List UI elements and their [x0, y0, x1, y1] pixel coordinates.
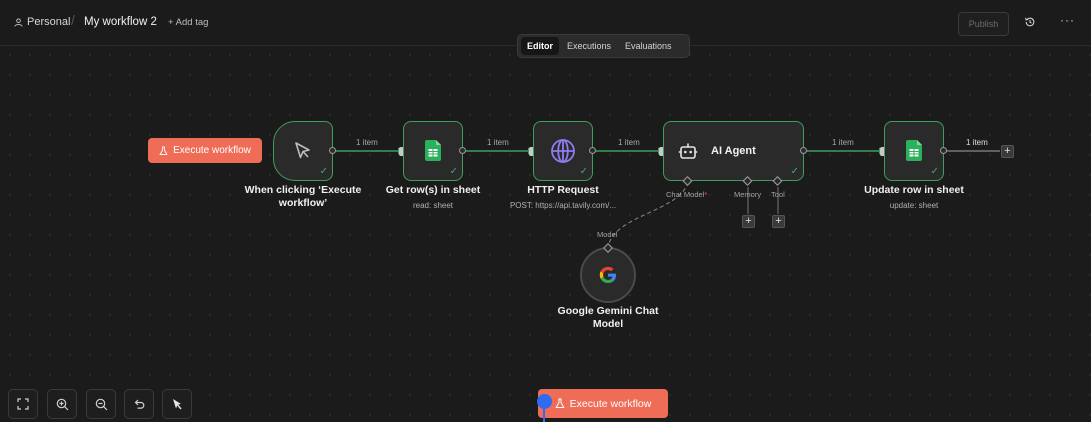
- success-check-icon: ✓: [930, 166, 939, 177]
- execute-label: Execute workflow: [173, 145, 251, 156]
- breadcrumb-project[interactable]: Personal: [14, 14, 70, 30]
- robot-icon: [678, 143, 698, 159]
- breadcrumb-separator: /: [71, 12, 75, 28]
- user-icon: [14, 17, 23, 27]
- node-subtitle: update: sheet: [889, 201, 939, 210]
- tidy-up-button[interactable]: [162, 389, 192, 419]
- success-check-icon: ✓: [319, 166, 328, 177]
- workflow-name[interactable]: My workflow 2: [84, 14, 157, 30]
- tab-editor[interactable]: Editor: [521, 37, 559, 55]
- tab-evaluations[interactable]: Evaluations: [619, 37, 678, 55]
- add-tag-button[interactable]: + Add tag: [168, 15, 208, 31]
- node-gemini-chat-model[interactable]: [580, 247, 636, 303]
- project-label: Personal: [27, 16, 71, 28]
- success-check-icon: ✓: [579, 166, 588, 177]
- node-title: Google Gemini Chat Model: [557, 305, 659, 330]
- edge-item-count: 1 item: [832, 138, 854, 147]
- node-subtitle: POST: https://api.tavily.com/...: [509, 201, 617, 210]
- more-options-icon[interactable]: ···: [1060, 13, 1075, 27]
- publish-button[interactable]: Publish: [958, 12, 1009, 36]
- execute-label: Execute workflow: [569, 397, 652, 410]
- node-title: HTTP Request: [527, 184, 599, 196]
- node-http-request[interactable]: ✓: [533, 121, 593, 181]
- globe-icon: [551, 139, 575, 163]
- tool-port-label: Tool: [771, 190, 785, 199]
- workflow-canvas[interactable]: [0, 45, 1091, 422]
- node-update-row[interactable]: ✓: [884, 121, 944, 181]
- node-ai-agent[interactable]: AI Agent ✓: [663, 121, 804, 181]
- add-node-button[interactable]: +: [1001, 145, 1014, 158]
- chat-model-port-label: Chat Model*: [666, 190, 708, 199]
- node-subtitle: read: sheet: [412, 201, 454, 210]
- zoom-out-button[interactable]: [86, 389, 116, 419]
- google-g-icon: [599, 266, 616, 283]
- undo-icon: [134, 399, 145, 409]
- memory-port-label: Memory: [734, 190, 762, 199]
- node-title: AI Agent: [711, 145, 756, 157]
- flask-icon: [554, 398, 565, 408]
- wand-icon: [173, 399, 182, 410]
- zoom-in-button[interactable]: [47, 389, 77, 419]
- output-port[interactable]: [940, 147, 947, 154]
- node-get-rows[interactable]: ✓: [403, 121, 463, 181]
- success-check-icon: ✓: [449, 166, 458, 177]
- cursor-icon: [295, 142, 310, 159]
- tab-executions[interactable]: Executions: [561, 37, 617, 55]
- undo-button[interactable]: [124, 389, 154, 419]
- add-tool-button[interactable]: +: [772, 215, 785, 228]
- agent-sub-ports: [682, 175, 783, 187]
- fit-view-button[interactable]: [8, 389, 38, 419]
- view-tabs: Editor Executions Evaluations: [517, 34, 690, 58]
- zoom-in-icon: [56, 398, 68, 410]
- output-port[interactable]: [329, 147, 336, 154]
- node-title: Update row in sheet: [864, 184, 964, 196]
- edge-item-count: 1 item: [618, 138, 640, 147]
- output-port[interactable]: [800, 147, 807, 154]
- flask-icon: [159, 146, 168, 155]
- node-title: When clicking ‘Execute workflow’: [244, 184, 362, 209]
- zoom-out-icon: [95, 398, 107, 410]
- history-icon[interactable]: [1024, 15, 1040, 31]
- fit-view-icon: [17, 398, 29, 410]
- mouse-cursor-indicator: [537, 394, 552, 409]
- tool-port: [772, 175, 783, 187]
- edge-item-count: 1 item: [487, 138, 509, 147]
- execute-workflow-button[interactable]: Execute workflow: [148, 138, 262, 163]
- output-port[interactable]: [589, 147, 596, 154]
- edge-item-count: 1 item: [966, 138, 988, 147]
- edge-item-count: 1 item: [356, 138, 378, 147]
- execute-workflow-main-button[interactable]: Execute workflow: [538, 389, 668, 418]
- node-manual-trigger[interactable]: ✓: [273, 121, 333, 181]
- chat-model-port: [682, 175, 693, 187]
- model-port-label: Model: [597, 230, 618, 239]
- memory-port: [742, 175, 753, 187]
- mouse-cursor-tail: [543, 408, 545, 422]
- model-input-port[interactable]: [602, 242, 614, 254]
- node-title: Get row(s) in sheet: [385, 184, 481, 196]
- google-sheets-icon: [425, 140, 441, 161]
- output-port[interactable]: [459, 147, 466, 154]
- google-sheets-icon: [906, 140, 922, 161]
- add-memory-button[interactable]: +: [742, 215, 755, 228]
